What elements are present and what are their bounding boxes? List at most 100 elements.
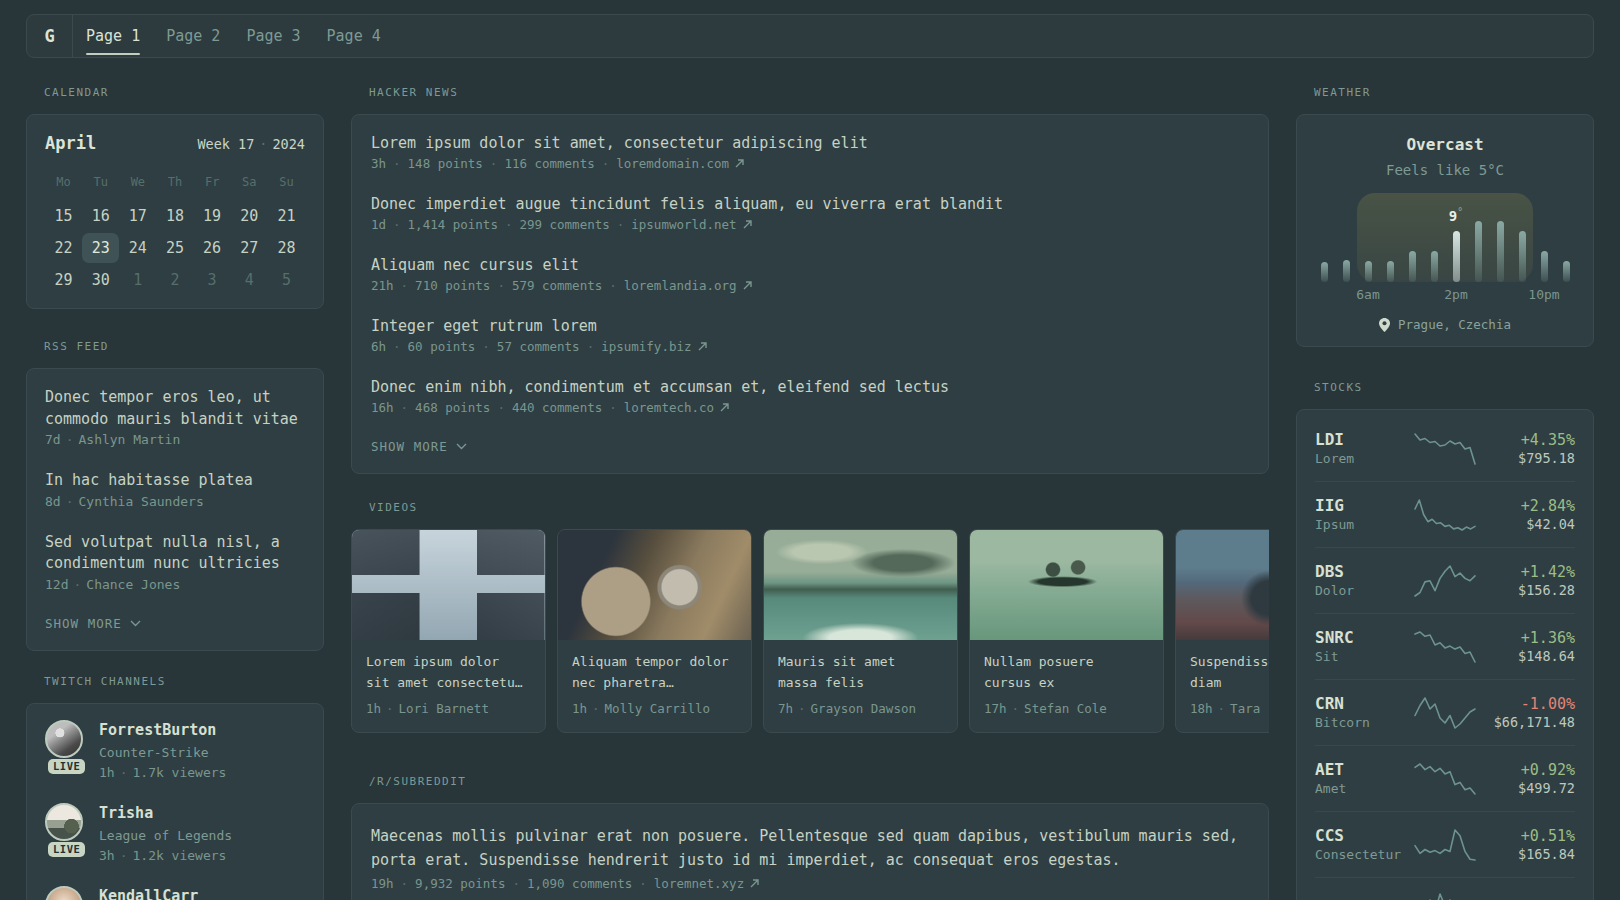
live-badge: LIVE xyxy=(48,842,85,857)
stock-row[interactable]: DBS Dolor +1.42% $156.28 xyxy=(1315,548,1575,614)
hackernews-item-title[interactable]: Integer eget rutrum lorem xyxy=(371,316,1249,337)
calendar-day: 17 xyxy=(119,200,156,232)
twitch-channel[interactable]: LIVE KendallCarr · xyxy=(45,886,305,900)
video-thumbnail[interactable] xyxy=(1176,530,1269,640)
calendar-day: 1 xyxy=(119,264,156,296)
stock-row[interactable]: CRN Bitcorn -1.00% $66,171.48 xyxy=(1315,680,1575,746)
hackernews-item-title[interactable]: Aliquam nec cursus elit xyxy=(371,255,1249,276)
twitch-channel-meta: 3h·1.2k viewers xyxy=(99,847,232,864)
stock-row[interactable]: AHS +0.46% xyxy=(1315,878,1575,900)
rss-show-more[interactable]: SHOW MORE xyxy=(45,615,305,632)
stock-ticker: AET xyxy=(1315,760,1413,780)
stock-row[interactable]: IIG Ipsum +2.84% $42.04 xyxy=(1315,482,1575,548)
stock-row[interactable]: CCS Consectetur +0.51% $165.84 xyxy=(1315,812,1575,878)
twitch-channel-name[interactable]: KendallCarr xyxy=(99,886,198,900)
hackernews-item-title[interactable]: Lorem ipsum dolor sit amet, consectetur … xyxy=(371,133,1249,154)
hackernews-show-more[interactable]: SHOW MORE xyxy=(371,438,1249,455)
stock-name: Bitcorn xyxy=(1315,714,1413,731)
calendar-day: 29 xyxy=(45,264,82,296)
stock-row[interactable]: SNRC Sit +1.36% $148.64 xyxy=(1315,614,1575,680)
weather-section-title: WEATHER xyxy=(1314,86,1594,99)
video-thumbnail[interactable] xyxy=(764,530,957,640)
rss-item-title[interactable]: Sed volutpat nulla nisl, a condimentum n… xyxy=(45,532,305,575)
rss-item[interactable]: Donec tempor eros leo, ut commodo mauris… xyxy=(45,387,305,449)
stock-row[interactable]: AET Amet +0.92% $499.72 xyxy=(1315,746,1575,812)
hackernews-item-domain[interactable]: loremtech.co xyxy=(624,400,714,415)
hackernews-item-domain[interactable]: loremlandia.org xyxy=(624,278,737,293)
page-tab[interactable]: Page 1 xyxy=(73,15,153,57)
video-meta: 1h·Molly Carrillo xyxy=(572,699,737,719)
calendar-day: 28 xyxy=(268,232,305,264)
hackernews-item-title[interactable]: Donec imperdiet augue tincidunt felis al… xyxy=(371,194,1249,215)
video-card[interactable]: Nullam posuerecursus ex 17h·Stefan Cole xyxy=(969,529,1164,733)
calendar-day: 16 xyxy=(82,200,119,232)
calendar-month: April xyxy=(45,133,96,153)
video-title[interactable]: Nullam posuerecursus ex xyxy=(984,651,1149,693)
video-card[interactable]: Lorem ipsum dolorsit amet consectetu… 1h… xyxy=(351,529,546,733)
rss-item[interactable]: In hac habitasse platea 8d·Cynthia Saund… xyxy=(45,470,305,511)
stock-ticker: CRN xyxy=(1315,694,1413,714)
twitch-channel-game: Counter-Strike xyxy=(99,744,226,761)
video-card[interactable]: Suspendissediam 18h·Tara xyxy=(1175,529,1269,733)
stock-ticker: LDI xyxy=(1315,430,1413,450)
page-tab[interactable]: Page 4 xyxy=(314,15,394,57)
video-title[interactable]: Mauris sit ametmassa felis xyxy=(778,651,943,693)
page-tab[interactable]: Page 2 xyxy=(153,15,233,57)
weather-location: Prague, Czechia xyxy=(1315,317,1575,332)
video-meta: 17h·Stefan Cole xyxy=(984,699,1149,719)
stocks-section-title: STOCKS xyxy=(1314,381,1594,394)
twitch-section-title: TWITCH CHANNELS xyxy=(44,675,324,688)
page-tab[interactable]: Page 3 xyxy=(233,15,313,57)
rss-item-title[interactable]: Donec tempor eros leo, ut commodo mauris… xyxy=(45,387,305,430)
video-meta: 18h·Tara xyxy=(1190,699,1269,719)
twitch-channel[interactable]: LIVE Trisha League of Legends 3h·1.2k vi… xyxy=(45,803,305,864)
video-thumbnail[interactable] xyxy=(970,530,1163,640)
calendar-day: 5 xyxy=(268,264,305,296)
twitch-channel-name[interactable]: Trisha xyxy=(99,803,232,823)
weekday-label: Su xyxy=(268,175,305,189)
hackernews-item-domain[interactable]: ipsumworld.net xyxy=(631,217,736,232)
hackernews-item: Integer eget rutrum lorem 6h·60 points·5… xyxy=(371,316,1249,357)
calendar-day: 21 xyxy=(268,200,305,232)
external-link-icon xyxy=(720,403,729,412)
hackernews-item-meta: 6h·60 points·57 comments·ipsumify.biz xyxy=(371,337,1249,357)
video-card[interactable]: Mauris sit ametmassa felis 7h·Grayson Da… xyxy=(763,529,958,733)
avatar xyxy=(45,803,83,841)
video-title[interactable]: Lorem ipsum dolorsit amet consectetu… xyxy=(366,651,531,693)
stock-sparkline xyxy=(1413,828,1477,862)
subreddit-post-meta: 19h·9,932 points·1,090 comments·loremnet… xyxy=(371,874,1249,894)
stock-ticker: CCS xyxy=(1315,826,1413,846)
video-title[interactable]: Suspendissediam xyxy=(1190,651,1269,693)
app-logo[interactable]: G xyxy=(27,15,73,57)
stock-row[interactable]: LDI Lorem +4.35% $795.18 xyxy=(1315,416,1575,482)
stock-change: +0.92% xyxy=(1477,760,1575,780)
external-link-icon xyxy=(750,879,759,888)
stock-name: Sit xyxy=(1315,648,1413,665)
video-meta: 1h·Lori Barnett xyxy=(366,699,531,719)
calendar-week: Week 17·2024 xyxy=(197,136,305,152)
rss-item-title[interactable]: In hac habitasse platea xyxy=(45,470,305,492)
weather-bar xyxy=(1431,251,1438,282)
video-thumbnail[interactable] xyxy=(558,530,751,640)
hackernews-item-domain[interactable]: ipsumify.biz xyxy=(601,339,691,354)
twitch-channel[interactable]: LIVE ForrestBurton Counter-Strike 1h·1.7… xyxy=(45,720,305,781)
rss-item[interactable]: Sed volutpat nulla nisl, a condimentum n… xyxy=(45,532,305,594)
calendar-day: 19 xyxy=(194,200,231,232)
weather-bar xyxy=(1387,261,1394,282)
hackernews-item-domain[interactable]: loremdomain.com xyxy=(616,156,729,171)
hackernews-item-title[interactable]: Donec enim nibh, condimentum et accumsan… xyxy=(371,377,1249,398)
calendar-day: 2 xyxy=(156,264,193,296)
subreddit-post-domain[interactable]: loremnet.xyz xyxy=(654,876,744,891)
rss-item-time: 12d xyxy=(45,577,68,592)
external-link-icon xyxy=(743,220,752,229)
subreddit-post-text[interactable]: Maecenas mollis pulvinar erat non posuer… xyxy=(371,824,1249,872)
video-card[interactable]: Aliquam tempor dolornec pharetra… 1h·Mol… xyxy=(557,529,752,733)
video-title[interactable]: Aliquam tempor dolornec pharetra… xyxy=(572,651,737,693)
weekday-label: Mo xyxy=(45,175,82,189)
weather-bar xyxy=(1541,251,1548,282)
stock-price: $156.28 xyxy=(1477,582,1575,599)
weekday-label: Sa xyxy=(231,175,268,189)
twitch-channel-name[interactable]: ForrestBurton xyxy=(99,720,226,740)
calendar-days-grid: 15 16 17 18 19 20 21 22 xyxy=(45,200,305,296)
video-thumbnail[interactable] xyxy=(352,530,545,640)
